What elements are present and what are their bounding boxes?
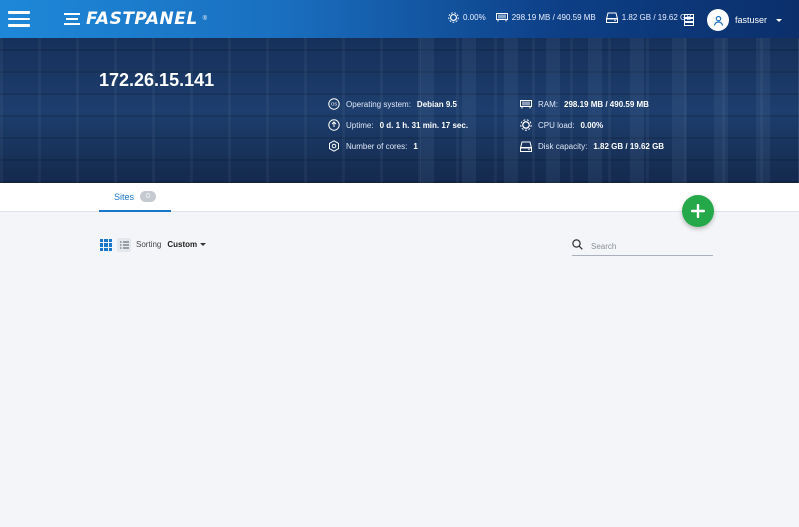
os-label: Operating system: xyxy=(346,99,411,109)
menu-icon[interactable] xyxy=(0,0,38,38)
header-cpu-stat: 0.00% xyxy=(448,12,486,23)
info-ram: RAM: 298.19 MB / 490.59 MB xyxy=(520,98,649,110)
chevron-down-icon[interactable] xyxy=(200,243,207,246)
cpu-label: CPU load: xyxy=(538,120,575,130)
list-view-icon[interactable] xyxy=(117,238,131,252)
brand-logo[interactable]: FASTPANEL ® xyxy=(64,9,207,29)
header-ram-value: 298.19 MB / 490.59 MB xyxy=(511,13,596,22)
search-box xyxy=(572,237,713,256)
header-disk-stat: 1.82 GB / 19.62 GB xyxy=(605,12,692,23)
server-icon[interactable] xyxy=(684,13,694,31)
plus-icon xyxy=(691,204,705,218)
uptime-icon xyxy=(328,119,340,131)
info-os: OS Operating system: Debian 9.5 xyxy=(328,98,457,110)
sorting-label: Sorting xyxy=(136,240,162,249)
user-icon xyxy=(713,15,723,26)
disk-icon xyxy=(605,12,618,23)
header-ram-stat: 298.19 MB / 490.59 MB xyxy=(495,13,596,22)
sorting-dropdown[interactable]: Custom xyxy=(167,240,207,249)
server-overview: 172.26.15.141 OS Operating system: Debian… xyxy=(0,38,799,183)
ram-label: RAM: xyxy=(538,99,558,109)
cpu-icon xyxy=(448,12,459,23)
cores-value: 1 xyxy=(413,141,418,151)
search-input[interactable] xyxy=(591,241,701,251)
info-cores: Number of cores: 1 xyxy=(328,140,418,152)
ram-icon xyxy=(520,98,532,110)
search-icon xyxy=(572,237,583,255)
disk-value: 1.82 GB / 19.62 GB xyxy=(593,141,665,151)
sites-count-badge: 0 xyxy=(140,191,156,202)
uptime-value: 0 d. 1 h. 31 min. 17 sec. xyxy=(379,120,469,130)
avatar[interactable] xyxy=(707,9,729,31)
logo-mark-icon xyxy=(64,11,82,27)
top-bar: FASTPANEL ® 0.00% 298.19 MB / 490.59 MB 1… xyxy=(0,0,799,38)
cpu-icon xyxy=(520,119,532,131)
cores-icon xyxy=(328,140,340,152)
user-dropdown-caret-icon[interactable] xyxy=(776,18,783,22)
uptime-label: Uptime: xyxy=(346,120,374,130)
brand-registered-mark: ® xyxy=(202,16,208,22)
cores-label: Number of cores: xyxy=(346,141,408,151)
cpu-value: 0.00% xyxy=(580,120,604,130)
info-disk: Disk capacity: 1.82 GB / 19.62 GB xyxy=(520,140,664,152)
disk-icon xyxy=(520,140,532,152)
ram-value: 298.19 MB / 490.59 MB xyxy=(564,99,649,109)
user-name[interactable]: fastuser xyxy=(735,15,767,25)
grid-view-icon[interactable] xyxy=(100,239,112,251)
sorting-control: Sorting Custom xyxy=(136,240,207,249)
brand-name: FASTPANEL xyxy=(86,9,198,29)
svg-text:OS: OS xyxy=(331,102,337,107)
header-cpu-value: 0.00% xyxy=(463,13,486,22)
server-ip: 172.26.15.141 xyxy=(99,70,215,90)
info-cpu: CPU load: 0.00% xyxy=(520,119,603,131)
tab-sites-label: Sites xyxy=(114,191,135,202)
os-icon: OS xyxy=(328,98,340,110)
add-site-button[interactable] xyxy=(682,195,714,227)
ram-icon xyxy=(495,13,508,22)
info-uptime: Uptime: 0 d. 1 h. 31 min. 17 sec. xyxy=(328,119,468,131)
os-value: Debian 9.5 xyxy=(416,99,457,109)
header-disk-value: 1.82 GB / 19.62 GB xyxy=(621,13,692,22)
header-stats: 0.00% 298.19 MB / 490.59 MB 1.82 GB / 19… xyxy=(448,12,702,23)
sorting-value[interactable]: Custom xyxy=(167,240,197,249)
tabs-bar: Sites 0 xyxy=(0,183,799,212)
tab-sites[interactable]: Sites 0 xyxy=(99,183,171,212)
disk-label: Disk capacity: xyxy=(538,141,588,151)
user-menu[interactable]: fastuser xyxy=(707,9,783,31)
